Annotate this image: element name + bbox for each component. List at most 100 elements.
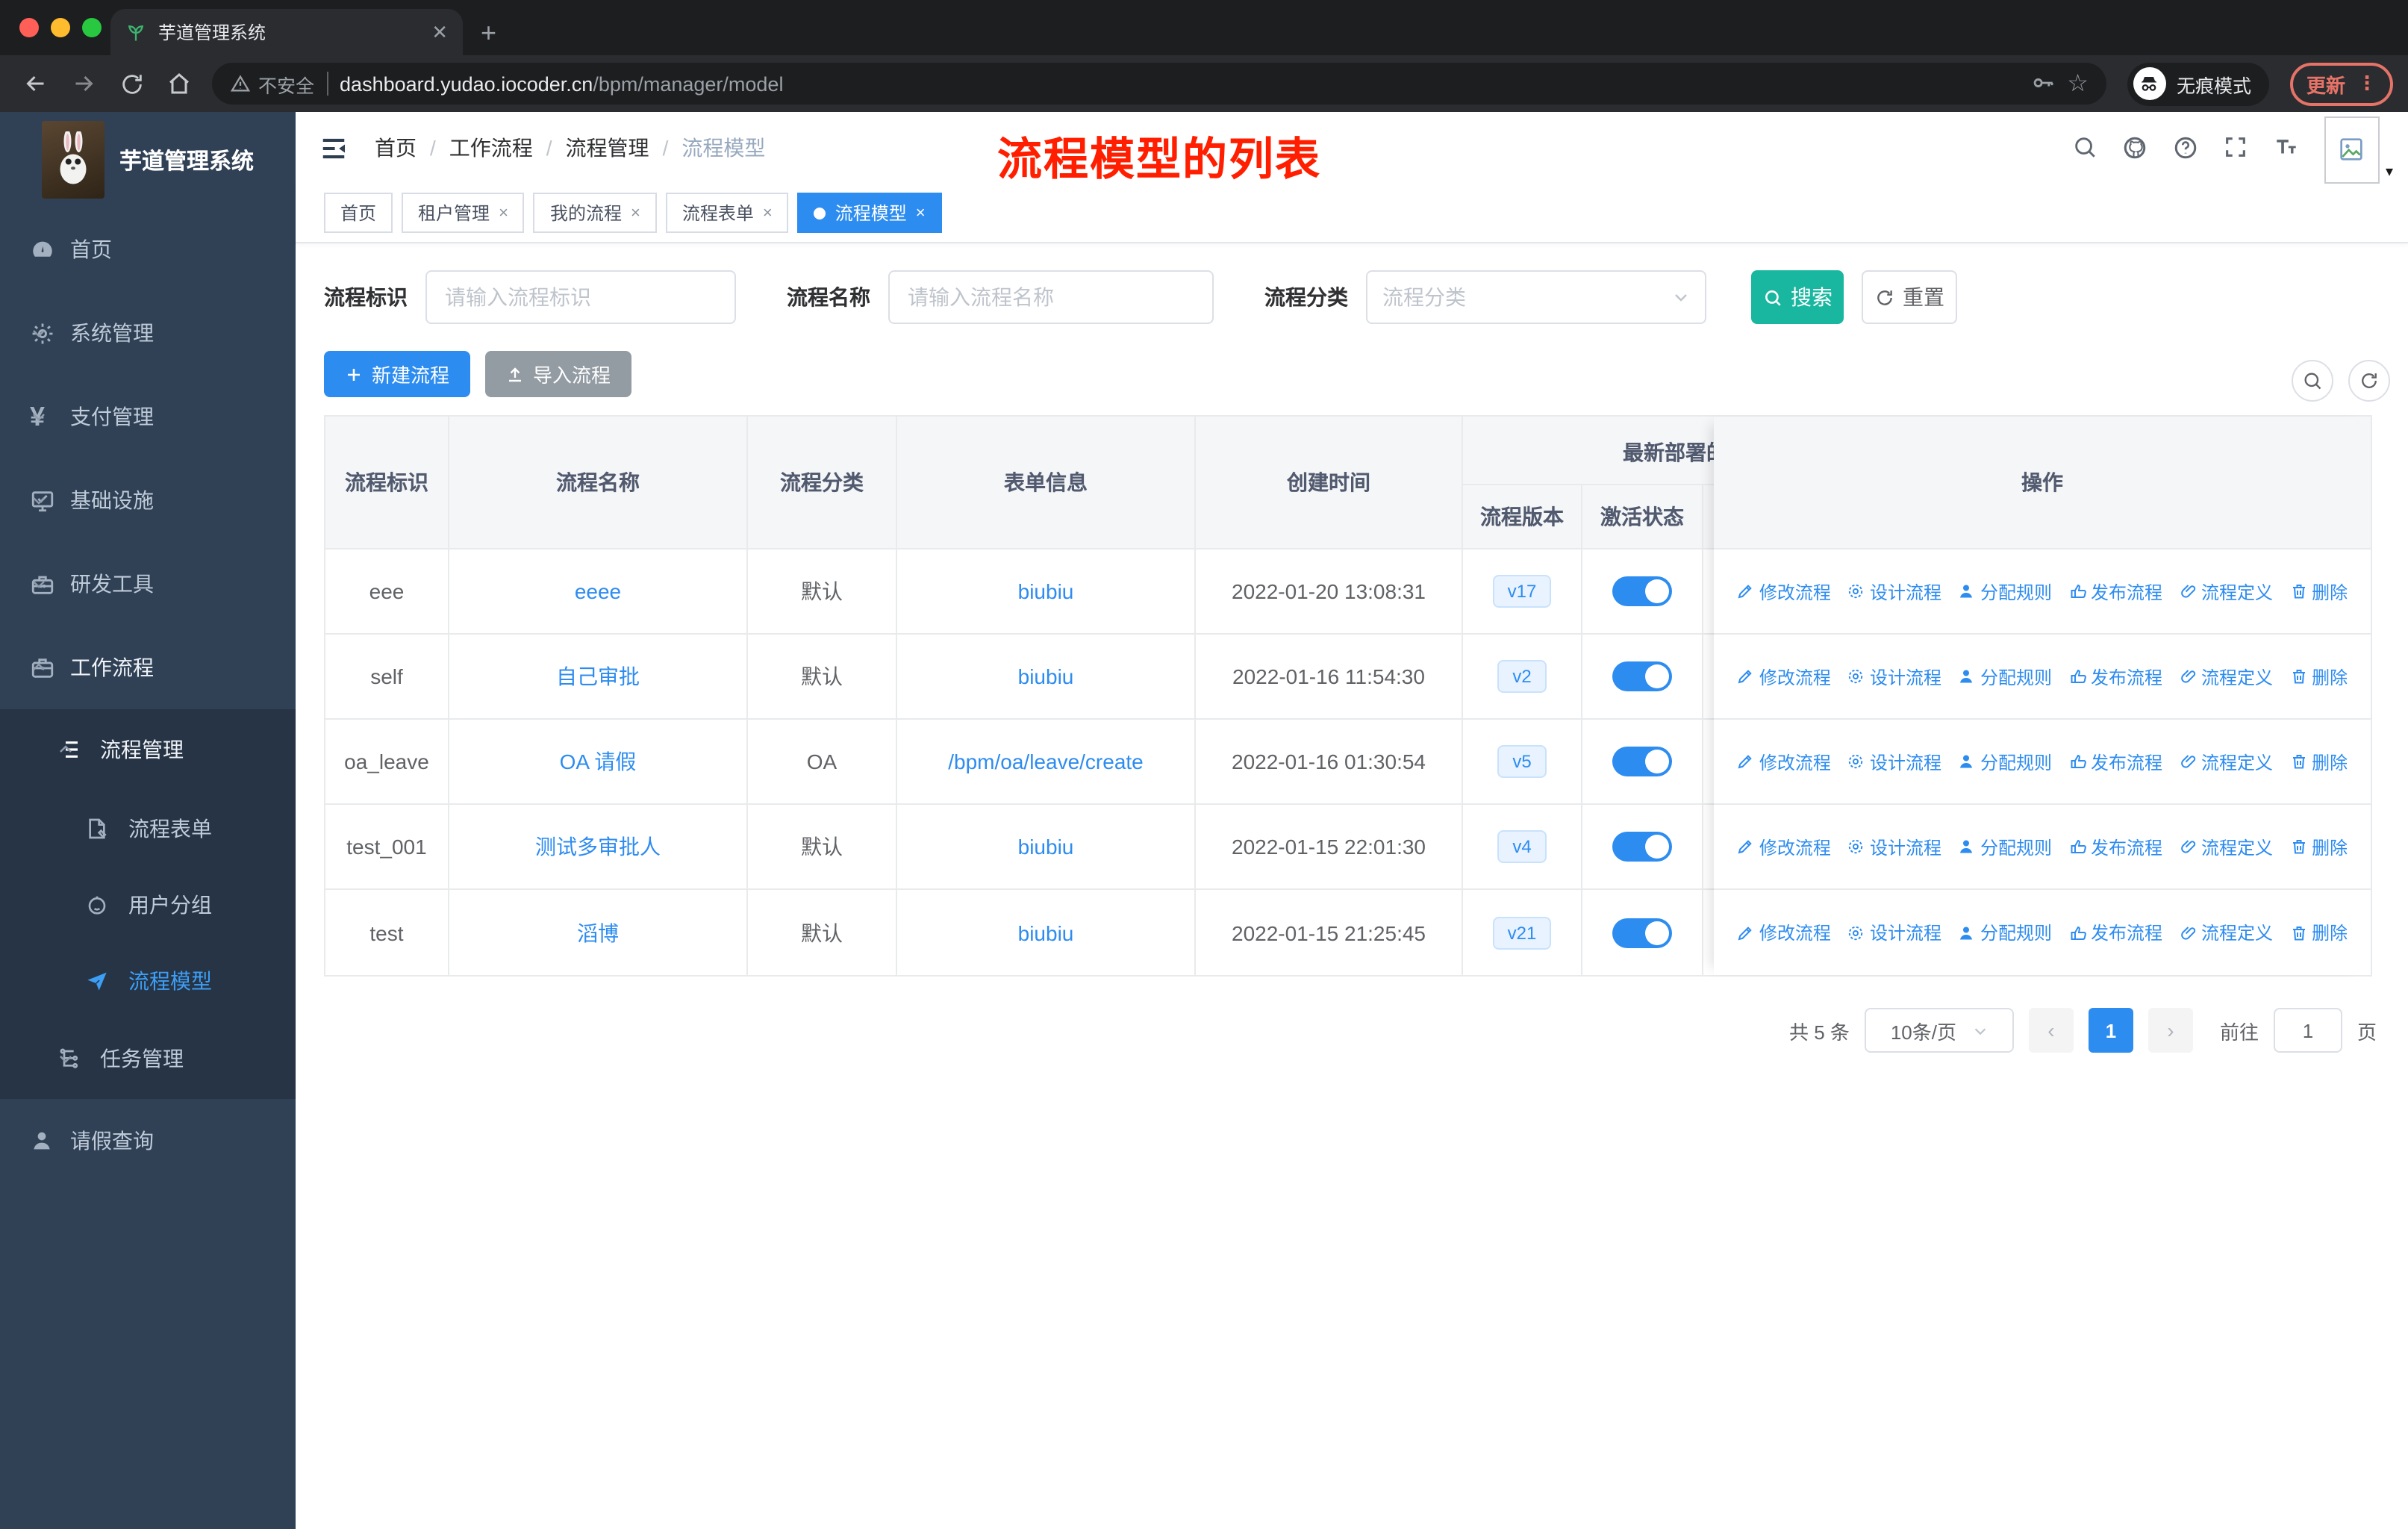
version-badge[interactable]: v17 [1492, 575, 1552, 608]
edit-process-link[interactable]: 修改流程 [1737, 579, 1831, 604]
maximize-window-button[interactable] [82, 18, 102, 37]
form-info-link[interactable]: biubiu [1018, 835, 1074, 859]
version-badge[interactable]: v4 [1497, 830, 1547, 863]
process-name-input[interactable] [888, 270, 1214, 324]
home-button[interactable] [158, 63, 200, 105]
breadcrumb-home[interactable]: 首页 [375, 133, 417, 163]
publish-process-link[interactable]: 发布流程 [2068, 579, 2162, 604]
edit-process-link[interactable]: 修改流程 [1737, 664, 1831, 689]
sidebar-collapse-icon[interactable] [319, 134, 348, 162]
sidebar-item-user-group[interactable]: 用户分组 [0, 866, 296, 942]
avatar-caret-icon[interactable]: ▾ [2386, 164, 2393, 181]
process-definition-link[interactable]: 流程定义 [2179, 664, 2273, 689]
publish-process-link[interactable]: 发布流程 [2068, 834, 2162, 859]
tag-close-icon[interactable]: × [499, 204, 508, 222]
edit-process-link[interactable]: 修改流程 [1737, 834, 1831, 859]
design-process-link[interactable]: 设计流程 [1847, 749, 1941, 774]
prev-page-button[interactable]: ‹ [2028, 1008, 2074, 1053]
design-process-link[interactable]: 设计流程 [1847, 664, 1941, 689]
page-size-select[interactable]: 10条/页 [1864, 1008, 2014, 1053]
breadcrumb-workflow[interactable]: 工作流程 [449, 133, 533, 163]
tag-close-icon[interactable]: × [631, 204, 640, 222]
bookmark-star-icon[interactable]: ☆ [2067, 69, 2089, 99]
assign-rule-link[interactable]: 分配规则 [1958, 920, 2052, 945]
design-process-link[interactable]: 设计流程 [1847, 579, 1941, 604]
sidebar-item-infra[interactable]: 基础设施 [0, 458, 296, 542]
reload-button[interactable] [110, 63, 152, 105]
sidebar-item-system[interactable]: 系统管理 [0, 291, 296, 375]
active-toggle[interactable] [1612, 918, 1672, 947]
model-name-link[interactable]: 自己审批 [556, 661, 640, 691]
process-definition-link[interactable]: 流程定义 [2179, 920, 2273, 945]
tag-close-icon[interactable]: × [916, 204, 926, 222]
process-definition-link[interactable]: 流程定义 [2179, 749, 2273, 774]
forward-button[interactable] [63, 63, 105, 105]
form-info-link[interactable]: biubiu [1018, 664, 1074, 688]
goto-page-input[interactable] [2273, 1008, 2342, 1053]
sidebar-item-process-form[interactable]: 流程表单 [0, 790, 296, 866]
import-process-button[interactable]: 导入流程 [485, 351, 632, 397]
avatar[interactable] [2324, 116, 2380, 183]
security-warning[interactable]: 不安全 [230, 69, 314, 98]
new-tab-button[interactable]: + [481, 19, 496, 46]
publish-process-link[interactable]: 发布流程 [2068, 749, 2162, 774]
delete-link[interactable]: 删除 [2289, 920, 2348, 945]
tag-process-model[interactable]: 流程模型 × [797, 193, 942, 233]
tag-close-icon[interactable]: × [763, 204, 773, 222]
form-info-link[interactable]: biubiu [1018, 579, 1074, 603]
tab-close-icon[interactable]: ✕ [431, 20, 448, 44]
font-size-icon[interactable] [2272, 134, 2301, 161]
model-name-link[interactable]: 滔博 [577, 918, 619, 947]
current-page-button[interactable]: 1 [2088, 1008, 2133, 1053]
delete-link[interactable]: 删除 [2289, 664, 2348, 689]
refresh-table-button[interactable] [2348, 360, 2390, 402]
sidebar-item-devtools[interactable]: 研发工具 [0, 542, 296, 626]
assign-rule-link[interactable]: 分配规则 [1958, 664, 2052, 689]
publish-process-link[interactable]: 发布流程 [2068, 664, 2162, 689]
assign-rule-link[interactable]: 分配规则 [1958, 749, 2052, 774]
sidebar-item-process-model[interactable]: 流程模型 [0, 942, 296, 1018]
create-process-button[interactable]: 新建流程 [324, 351, 471, 397]
github-icon[interactable] [2121, 134, 2148, 161]
delete-link[interactable]: 删除 [2289, 579, 2348, 604]
process-definition-link[interactable]: 流程定义 [2179, 579, 2273, 604]
breadcrumb-process-mgmt[interactable]: 流程管理 [566, 133, 649, 163]
active-toggle[interactable] [1612, 832, 1672, 862]
sidebar-item-task-mgmt[interactable]: 任务管理 [0, 1018, 296, 1099]
browser-tab[interactable]: 芋道管理系统 ✕ [110, 9, 463, 55]
sidebar-item-payment[interactable]: ¥ 支付管理 [0, 375, 296, 458]
sidebar-item-workflow[interactable]: 工作流程 [0, 626, 296, 709]
password-key-icon[interactable] [2030, 70, 2055, 97]
active-toggle[interactable] [1612, 661, 1672, 691]
show-search-button[interactable] [2292, 360, 2333, 402]
edit-process-link[interactable]: 修改流程 [1737, 749, 1831, 774]
address-bar[interactable]: 不安全 dashboard.yudao.iocoder.cn/bpm/manag… [212, 63, 2106, 105]
version-badge[interactable]: v2 [1497, 660, 1547, 693]
form-info-link[interactable]: biubiu [1018, 921, 1074, 944]
sidebar-item-home[interactable]: 首页 [0, 208, 296, 291]
tag-my-process[interactable]: 我的流程 × [533, 193, 657, 233]
fullscreen-icon[interactable] [2223, 134, 2248, 161]
design-process-link[interactable]: 设计流程 [1847, 834, 1941, 859]
close-window-button[interactable] [19, 18, 39, 37]
assign-rule-link[interactable]: 分配规则 [1958, 579, 2052, 604]
update-button[interactable]: 更新 ⋮ [2289, 62, 2393, 105]
model-name-link[interactable]: eeee [575, 579, 621, 603]
model-name-link[interactable]: OA 请假 [560, 747, 637, 776]
tag-process-form[interactable]: 流程表单 × [665, 193, 789, 233]
version-badge[interactable]: v21 [1492, 916, 1552, 949]
edit-process-link[interactable]: 修改流程 [1737, 920, 1831, 945]
delete-link[interactable]: 删除 [2289, 749, 2348, 774]
next-page-button[interactable]: › [2147, 1008, 2193, 1053]
window-controls[interactable] [19, 18, 102, 37]
model-name-link[interactable]: 测试多审批人 [535, 832, 661, 862]
version-badge[interactable]: v5 [1497, 745, 1547, 778]
tag-home[interactable]: 首页 [324, 193, 393, 233]
design-process-link[interactable]: 设计流程 [1847, 920, 1941, 945]
form-info-link[interactable]: /bpm/oa/leave/create [948, 750, 1144, 773]
process-definition-link[interactable]: 流程定义 [2179, 834, 2273, 859]
browser-menu-icon[interactable]: ⋮ [2357, 72, 2377, 96]
sidebar-item-leave-query[interactable]: 请假查询 [0, 1099, 296, 1183]
minimize-window-button[interactable] [51, 18, 70, 37]
delete-link[interactable]: 删除 [2289, 834, 2348, 859]
